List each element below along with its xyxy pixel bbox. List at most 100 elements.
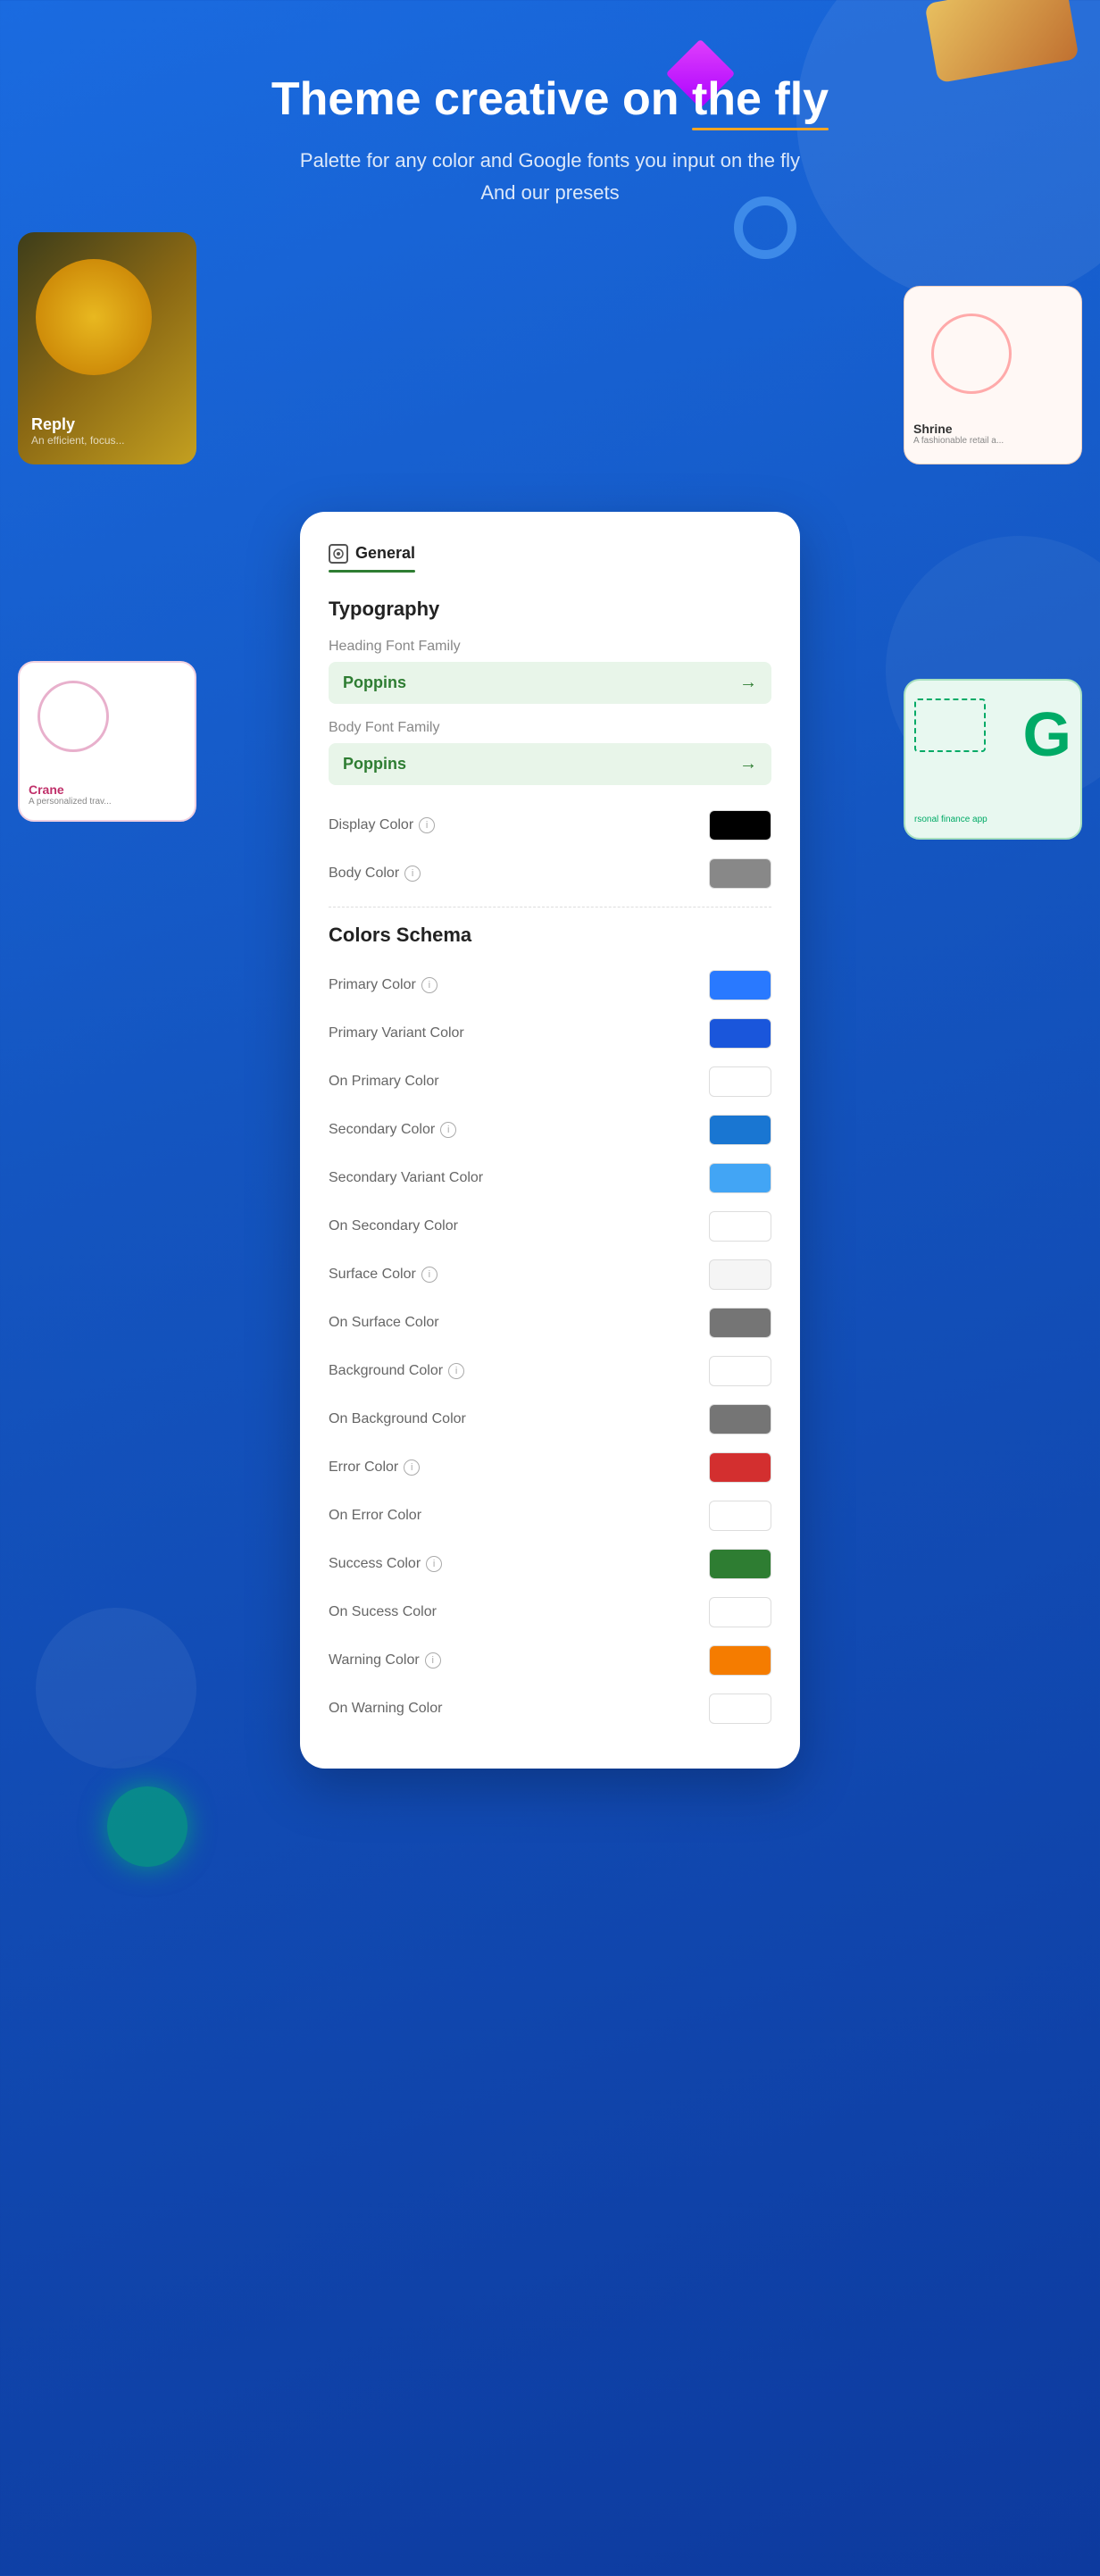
main-container: General Typography Heading Font Family P… xyxy=(0,512,1100,1840)
color-swatch-1[interactable] xyxy=(709,1018,771,1049)
color-info-icon-12[interactable]: i xyxy=(426,1556,442,1572)
color-swatch-13[interactable] xyxy=(709,1597,771,1627)
color-row-4: Secondary Variant Color xyxy=(329,1154,771,1202)
color-label-text-7: On Surface Color xyxy=(329,1315,439,1331)
color-label-text-5: On Secondary Color xyxy=(329,1218,458,1234)
color-label-text-2: On Primary Color xyxy=(329,1074,439,1090)
color-label-text-4: Secondary Variant Color xyxy=(329,1170,483,1186)
color-row-1: Primary Variant Color xyxy=(329,1009,771,1058)
color-row-12: Success Color i xyxy=(329,1540,771,1588)
color-swatch-8[interactable] xyxy=(709,1356,771,1386)
reply-card-title: Reply xyxy=(31,415,125,434)
body-color-row: Body Color i xyxy=(329,849,771,898)
color-swatch-4[interactable] xyxy=(709,1163,771,1193)
colors-schema-title: Colors Schema xyxy=(329,924,771,947)
settings-card: General Typography Heading Font Family P… xyxy=(300,512,800,1769)
display-color-swatch[interactable] xyxy=(709,810,771,841)
color-label-0: Primary Color i xyxy=(329,977,438,993)
color-label-10: Error Color i xyxy=(329,1459,420,1476)
tab-row: General xyxy=(329,544,771,573)
reply-card-circle xyxy=(36,259,152,375)
general-tab-icon xyxy=(329,544,348,564)
body-font-label: Body Font Family xyxy=(329,720,771,736)
color-row-3: Secondary Color i xyxy=(329,1106,771,1154)
color-swatch-9[interactable] xyxy=(709,1404,771,1434)
subtitle-line2: And our presets xyxy=(480,181,619,204)
color-label-text-1: Primary Variant Color xyxy=(329,1025,464,1041)
body-font-value: Poppins xyxy=(343,755,406,774)
color-info-icon-6[interactable]: i xyxy=(421,1267,438,1283)
color-label-5: On Secondary Color xyxy=(329,1218,458,1234)
typography-section-title: Typography xyxy=(329,598,771,621)
shrine-card-title: Shrine xyxy=(913,422,1004,436)
color-label-15: On Warning Color xyxy=(329,1701,442,1717)
color-swatch-2[interactable] xyxy=(709,1066,771,1097)
shrine-card-circle xyxy=(931,314,1012,394)
color-label-3: Secondary Color i xyxy=(329,1122,456,1138)
color-swatch-15[interactable] xyxy=(709,1694,771,1724)
color-info-icon-14[interactable]: i xyxy=(425,1652,441,1669)
color-swatch-5[interactable] xyxy=(709,1211,771,1242)
color-label-text-6: Surface Color xyxy=(329,1267,416,1283)
color-row-10: Error Color i xyxy=(329,1443,771,1492)
color-row-5: On Secondary Color xyxy=(329,1202,771,1250)
heading-font-group: Heading Font Family Poppins → xyxy=(329,639,771,704)
color-swatch-6[interactable] xyxy=(709,1259,771,1290)
page-subtitle: Palette for any color and Google fonts y… xyxy=(18,145,1082,207)
display-color-info-icon[interactable]: i xyxy=(419,817,435,833)
color-info-icon-8[interactable]: i xyxy=(448,1363,464,1379)
tab-general[interactable]: General xyxy=(329,544,415,573)
color-row-11: On Error Color xyxy=(329,1492,771,1540)
shrine-card-info: Shrine A fashionable retail a... xyxy=(913,422,1004,446)
color-label-text-13: On Sucess Color xyxy=(329,1604,437,1620)
body-font-arrow-icon: → xyxy=(739,754,757,774)
color-row-9: On Background Color xyxy=(329,1395,771,1443)
title-highlight: the fly xyxy=(692,71,829,127)
color-label-6: Surface Color i xyxy=(329,1267,438,1283)
color-label-13: On Sucess Color xyxy=(329,1604,437,1620)
color-label-11: On Error Color xyxy=(329,1508,421,1524)
color-label-8: Background Color i xyxy=(329,1363,464,1379)
color-label-2: On Primary Color xyxy=(329,1074,439,1090)
tab-general-label: General xyxy=(355,544,415,563)
color-info-icon-0[interactable]: i xyxy=(421,977,438,993)
color-label-text-8: Background Color xyxy=(329,1363,443,1379)
reply-card-info: Reply An efficient, focus... xyxy=(31,415,125,447)
color-swatch-12[interactable] xyxy=(709,1549,771,1579)
color-swatch-14[interactable] xyxy=(709,1645,771,1676)
reply-card: Reply An efficient, focus... xyxy=(18,232,196,464)
color-label-text-3: Secondary Color xyxy=(329,1122,435,1138)
subtitle-line1: Palette for any color and Google fonts y… xyxy=(300,149,800,171)
color-swatch-3[interactable] xyxy=(709,1115,771,1145)
color-label-9: On Background Color xyxy=(329,1411,466,1427)
heading-font-selector[interactable]: Poppins → xyxy=(329,662,771,704)
body-font-selector[interactable]: Poppins → xyxy=(329,743,771,785)
color-label-text-12: Success Color xyxy=(329,1556,421,1572)
shrine-card: Shrine A fashionable retail a... xyxy=(904,286,1082,464)
heading-font-arrow-icon: → xyxy=(739,673,757,693)
color-label-text-0: Primary Color xyxy=(329,977,416,993)
color-label-1: Primary Variant Color xyxy=(329,1025,464,1041)
color-row-13: On Sucess Color xyxy=(329,1588,771,1636)
color-swatch-10[interactable] xyxy=(709,1452,771,1483)
color-label-4: Secondary Variant Color xyxy=(329,1170,483,1186)
body-font-group: Body Font Family Poppins → xyxy=(329,720,771,785)
body-color-info-icon[interactable]: i xyxy=(404,866,421,882)
color-row-14: Warning Colori xyxy=(329,1636,771,1685)
body-color-label: Body Color i xyxy=(329,866,421,882)
color-label-text-10: Error Color xyxy=(329,1459,398,1476)
color-swatch-11[interactable] xyxy=(709,1501,771,1531)
page-header: Theme creative on the fly Palette for an… xyxy=(0,0,1100,262)
color-info-icon-3[interactable]: i xyxy=(440,1122,456,1138)
body-color-swatch[interactable] xyxy=(709,858,771,889)
color-row-2: On Primary Color xyxy=(329,1058,771,1106)
color-row-0: Primary Color i xyxy=(329,961,771,1009)
color-row-6: Surface Color i xyxy=(329,1250,771,1299)
color-swatch-0[interactable] xyxy=(709,970,771,1000)
color-swatch-7[interactable] xyxy=(709,1308,771,1338)
color-label-14: Warning Colori xyxy=(329,1652,441,1669)
color-row-7: On Surface Color xyxy=(329,1299,771,1347)
color-label-text-15: On Warning Color xyxy=(329,1701,442,1717)
color-label-7: On Surface Color xyxy=(329,1315,439,1331)
color-info-icon-10[interactable]: i xyxy=(404,1459,420,1476)
